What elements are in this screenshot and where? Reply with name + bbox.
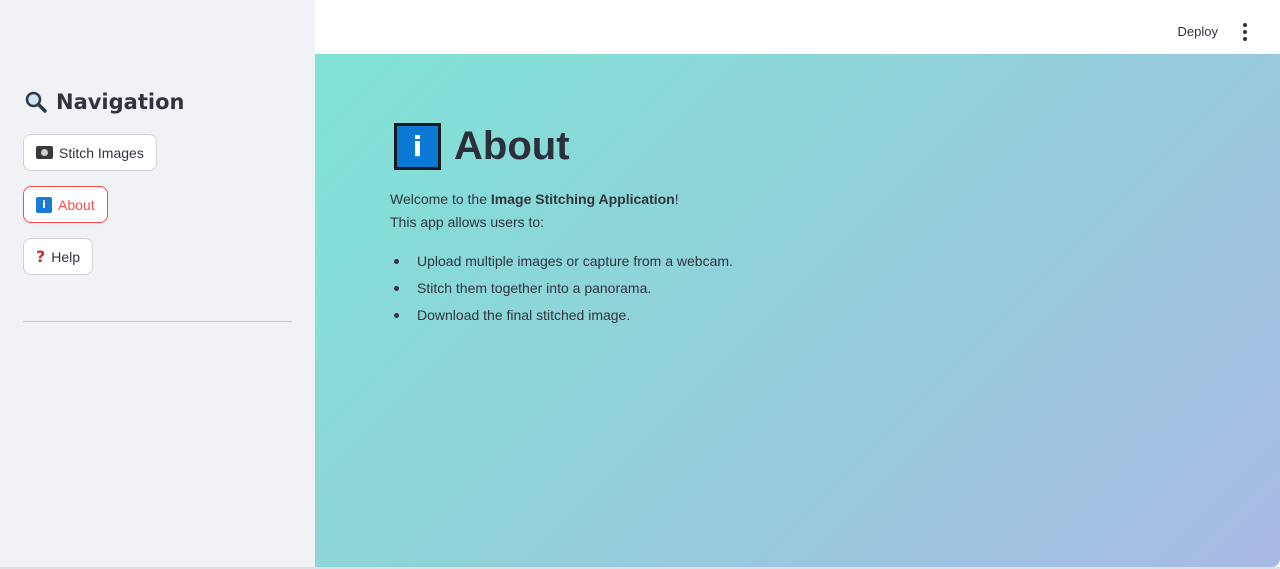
app-name: Image Stitching Application (490, 191, 675, 207)
list-item: Download the final stitched image. (390, 303, 733, 330)
list-item: Stitch them together into a panorama. (390, 276, 733, 303)
about-label: About (58, 196, 95, 213)
welcome-line: Welcome to the Image Stitching Applicati… (390, 188, 679, 211)
magnifier-icon (25, 91, 47, 113)
main-content: i About Welcome to the Image Stitching A… (315, 54, 1280, 567)
welcome-suffix: ! (674, 191, 679, 207)
question-icon: ? (36, 247, 46, 266)
page-title-text: About (454, 124, 570, 168)
info-icon: i (394, 123, 441, 170)
welcome-prefix: Welcome to the (390, 191, 491, 207)
stitch-images-label: Stitch Images (59, 144, 144, 161)
sidebar: Navigation Stitch Images i About ? Help (0, 0, 315, 567)
deploy-button[interactable]: Deploy (1178, 24, 1218, 39)
allows-line: This app allows users to: (390, 214, 545, 230)
about-button[interactable]: i About (23, 186, 108, 223)
help-button[interactable]: ? Help (23, 238, 94, 275)
camera-icon (36, 146, 53, 159)
kebab-menu-icon[interactable] (1240, 23, 1250, 41)
info-icon: i (36, 196, 52, 213)
stitch-images-button[interactable]: Stitch Images (23, 134, 157, 171)
page-title: i About (394, 123, 570, 170)
sidebar-title: Navigation (24, 90, 184, 114)
intro-text: Welcome to the Image Stitching Applicati… (390, 188, 679, 234)
sidebar-title-text: Navigation (56, 90, 185, 114)
list-item: Upload multiple images or capture from a… (390, 249, 733, 276)
top-header: Deploy (315, 0, 1280, 54)
app-root: Navigation Stitch Images i About ? Help … (0, 0, 1280, 569)
help-label: Help (51, 248, 81, 265)
feature-list: Upload multiple images or capture from a… (390, 249, 733, 330)
sidebar-divider (23, 321, 292, 322)
